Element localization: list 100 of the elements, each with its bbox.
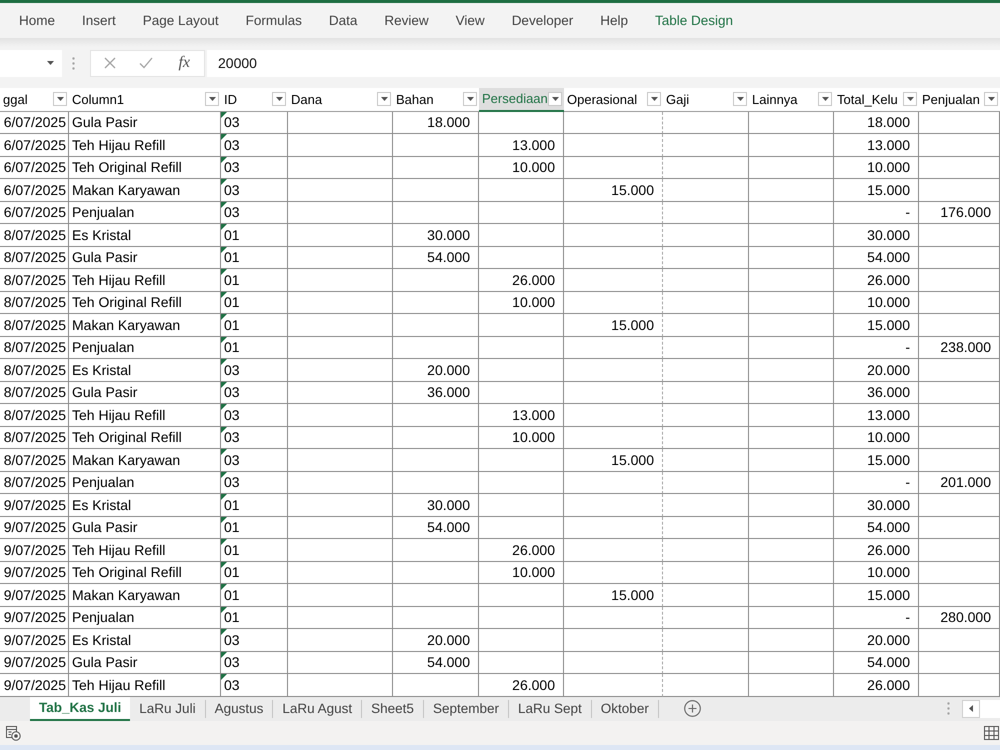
filter-button[interactable] (903, 92, 917, 106)
table-cell: Teh Hijau Refill (69, 134, 221, 156)
cell-value: 03 (224, 362, 240, 377)
filter-button[interactable] (205, 92, 219, 106)
ribbon-tab[interactable]: Table Design (655, 8, 734, 34)
caret-icon (276, 97, 282, 102)
table-cell: Gula Pasir (69, 516, 221, 539)
sheet-tab[interactable]: September (424, 700, 509, 718)
table-cell: 54.000 (834, 652, 919, 674)
table-cell: 8/07/2025 (0, 382, 69, 404)
filter-button[interactable] (548, 92, 562, 106)
filter-button[interactable] (647, 92, 661, 106)
ribbon-tab[interactable]: Review (384, 8, 429, 34)
filter-button[interactable] (984, 92, 998, 106)
table-cell: Teh Original Refill (69, 426, 221, 449)
corner-triangle-icon (221, 562, 227, 568)
table-cell: Gula Pasir (69, 382, 221, 404)
corner-triangle-icon (221, 472, 227, 478)
caret-icon (56, 97, 64, 102)
table-cell: 15.000 (564, 314, 663, 336)
table-cell: 10.000 (479, 426, 564, 449)
cell-value: 03 (224, 475, 240, 490)
table-cell: Makan Karyawan (69, 179, 221, 202)
table-cell: 36.000 (393, 382, 479, 404)
ribbon-tab[interactable]: Home (19, 8, 56, 34)
sheet-tab[interactable]: Oktober (592, 700, 659, 718)
header-label: Persediaan (482, 91, 548, 106)
sheet-tab[interactable]: Agustus (206, 700, 274, 718)
table-cell: 10.000 (479, 292, 564, 314)
filter-button[interactable] (463, 92, 477, 106)
table-cell: 9/07/2025 (0, 629, 69, 652)
ribbon-tab[interactable]: View (456, 8, 485, 34)
cell-value: 03 (224, 452, 240, 467)
table-cell: 201.000 (919, 472, 1000, 494)
cell-value: 01 (224, 250, 240, 264)
ribbon-tab[interactable]: Formulas (246, 8, 302, 34)
drag-handle-icon[interactable] (72, 56, 75, 70)
ribbon-tab[interactable]: Developer (512, 8, 574, 34)
table-cell: 30.000 (834, 494, 919, 516)
table-cell: 15.000 (834, 314, 919, 336)
cell-value: 03 (224, 678, 240, 692)
drag-handle-icon[interactable] (947, 702, 950, 716)
cell-value: 01 (224, 565, 240, 580)
table-cell: 54.000 (834, 246, 919, 269)
corner-triangle-icon (221, 224, 227, 230)
cell-value: 03 (224, 430, 240, 444)
corner-triangle-icon (221, 674, 227, 680)
table-cell: 20.000 (393, 359, 479, 382)
table-cell: 9/07/2025 (0, 606, 69, 629)
table-cell: 9/07/2025 (0, 562, 69, 584)
corner-triangle-icon (221, 112, 227, 118)
cell-value: 01 (224, 588, 240, 602)
caret-icon (208, 97, 216, 102)
corner-triangle-icon (221, 584, 227, 590)
filter-button[interactable] (53, 92, 67, 106)
sheet-tab[interactable]: Tab_Kas Juli (30, 696, 130, 721)
scroll-left-button[interactable] (962, 700, 980, 718)
header-label: Operasional (567, 92, 638, 107)
table-cell: 54.000 (834, 516, 919, 539)
sheet-tab[interactable]: Sheet5 (362, 700, 424, 718)
cell-value: 01 (224, 610, 240, 624)
header-label: ggal (3, 92, 28, 107)
table-cell: 13.000 (479, 404, 564, 426)
header-label: Lainnya (752, 92, 798, 107)
cell-value: 03 (224, 408, 240, 422)
corner-triangle-icon (221, 359, 227, 365)
table-cell: - (834, 202, 919, 224)
corner-triangle-icon (221, 494, 227, 500)
grid-icon[interactable] (984, 726, 999, 740)
table-cell: 6/07/2025 (0, 156, 69, 179)
filter-button[interactable] (733, 92, 747, 106)
ribbon-tab[interactable]: Page Layout (142, 8, 219, 34)
filter-button[interactable] (377, 92, 391, 106)
sheet-tab[interactable]: LaRu Juli (130, 700, 206, 718)
table-cell: 20.000 (834, 359, 919, 382)
cell-value: 03 (224, 655, 240, 670)
ribbon-tab[interactable]: Data (328, 8, 358, 34)
table-cell: Es Kristal (69, 629, 221, 652)
table-cell: 30.000 (393, 494, 479, 516)
sheet-tab[interactable]: LaRu Agust (273, 700, 362, 718)
check-icon[interactable] (139, 57, 154, 69)
sheet-tab[interactable]: LaRu Sept (509, 700, 592, 718)
filter-button[interactable] (272, 92, 286, 106)
ribbon-tab[interactable]: Help (600, 8, 628, 34)
table-cell: 10.000 (834, 562, 919, 584)
corner-triangle-icon (221, 314, 227, 320)
filter-button[interactable] (818, 92, 832, 106)
cell-value: 03 (224, 632, 240, 647)
table-cell: 15.000 (564, 584, 663, 606)
header-label: ID (224, 92, 237, 107)
corner-triangle-icon (221, 179, 227, 185)
ribbon-tab[interactable]: Insert (82, 8, 116, 34)
document-record-icon[interactable] (5, 725, 21, 741)
corner-triangle-icon (221, 156, 227, 162)
table-cell: Teh Original Refill (69, 156, 221, 179)
insert-function-button[interactable]: fx (176, 54, 192, 72)
horizontal-scrollbar[interactable] (980, 700, 1000, 718)
table-cell: 13.000 (834, 404, 919, 426)
formula-input[interactable]: 20000 (207, 50, 1000, 76)
add-sheet-button[interactable] (684, 700, 701, 718)
